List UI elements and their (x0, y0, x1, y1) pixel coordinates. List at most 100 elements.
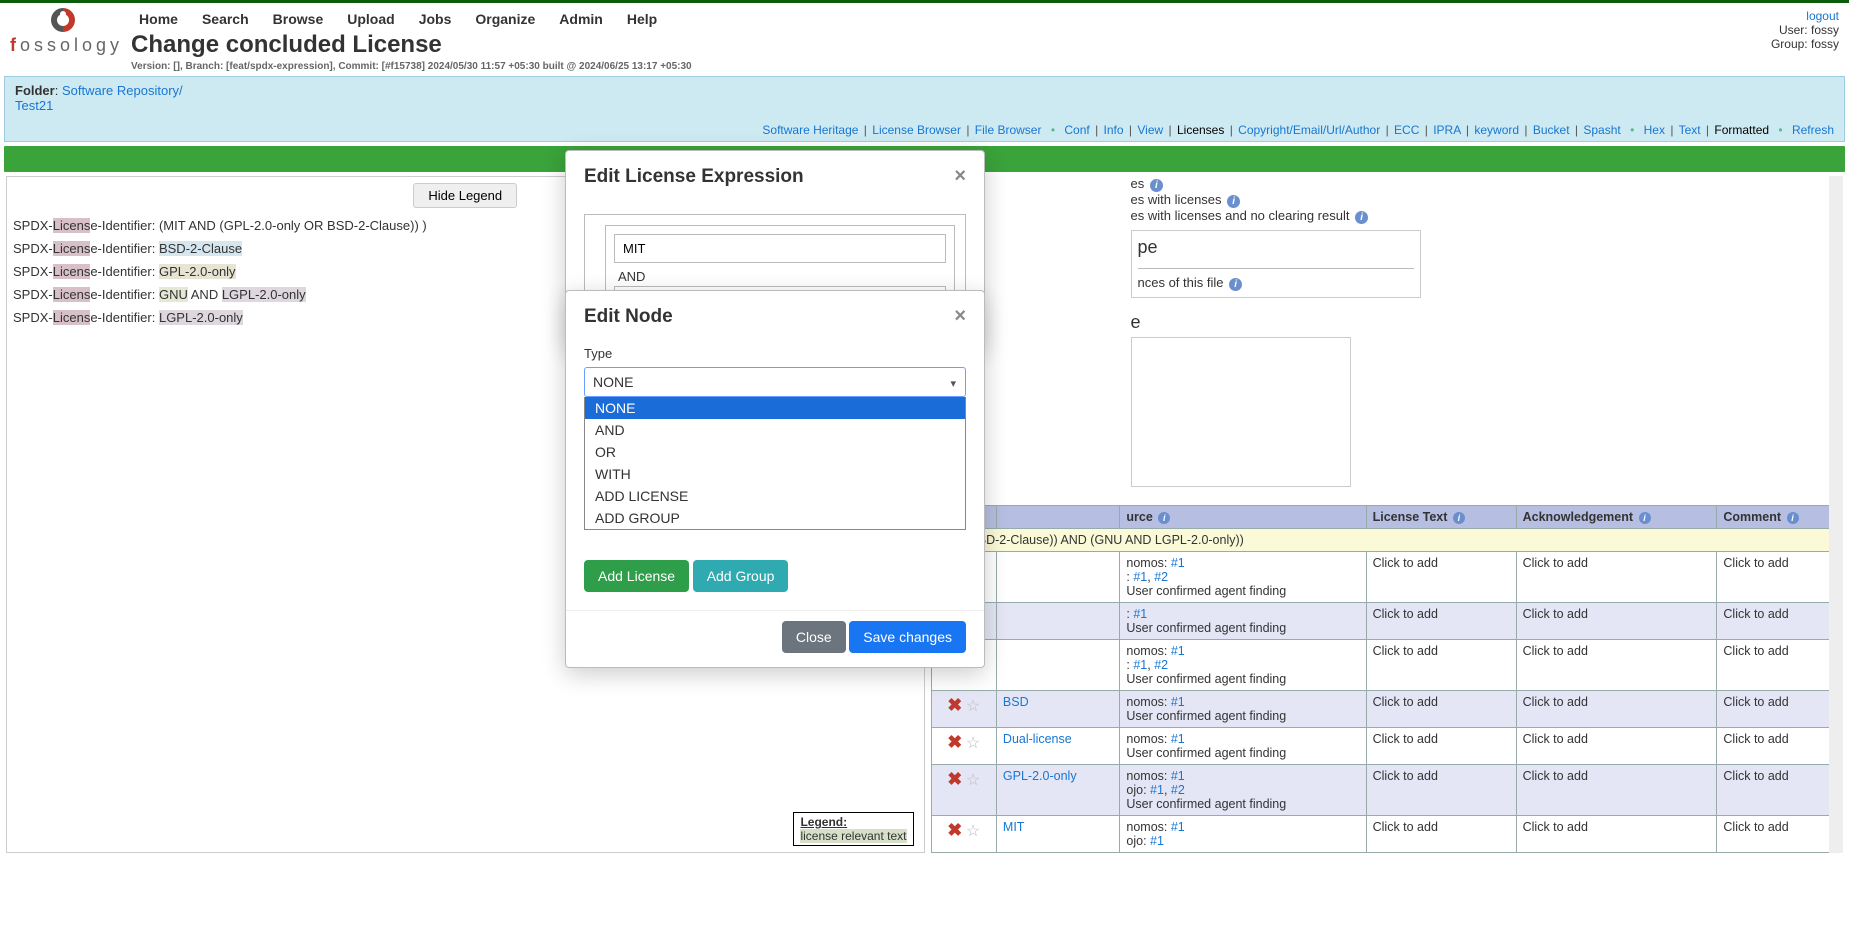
close-icon[interactable]: × (954, 305, 966, 328)
finding-link[interactable]: #1 (1171, 556, 1185, 570)
finding-link[interactable]: #1 (1150, 783, 1164, 797)
finding-link[interactable]: #1 (1171, 769, 1185, 783)
option-with[interactable]: WITH (585, 463, 965, 485)
star-icon[interactable]: ☆ (966, 698, 980, 715)
finding-link[interactable]: #1 (1171, 644, 1185, 658)
subnav-file-browser[interactable]: File Browser (975, 123, 1042, 137)
finding-link[interactable]: #1 (1171, 820, 1185, 834)
finding-link[interactable]: #1 (1133, 570, 1147, 584)
vertical-scrollbar[interactable] (1829, 176, 1843, 853)
star-icon[interactable]: ☆ (966, 823, 980, 840)
click-to-add-cell[interactable]: Click to add (1366, 691, 1516, 728)
table-row: ✖ ☆Dual-licensenomos: #1User confirmed a… (931, 728, 1843, 765)
nav-browse[interactable]: Browse (273, 11, 324, 27)
subnav-conf[interactable]: Conf (1064, 123, 1089, 137)
click-to-add-cell[interactable]: Click to add (1516, 728, 1717, 765)
click-to-add-cell[interactable]: Click to add (1516, 816, 1717, 853)
finding-link[interactable]: #2 (1154, 658, 1168, 672)
type-select[interactable]: NONE (584, 367, 966, 397)
finding-link[interactable]: #1 (1150, 834, 1164, 848)
click-to-add-cell[interactable]: Click to add (1366, 728, 1516, 765)
remove-icon[interactable]: ✖ (947, 820, 962, 840)
finding-link[interactable]: #1 (1133, 607, 1147, 621)
click-to-add-cell[interactable]: Click to add (1516, 691, 1717, 728)
nav-search[interactable]: Search (202, 11, 249, 27)
click-to-add-cell[interactable]: Click to add (1516, 552, 1717, 603)
close-icon[interactable]: × (954, 165, 966, 188)
finding-link[interactable]: #1 (1133, 658, 1147, 672)
click-to-add-cell[interactable]: Click to add (1717, 728, 1843, 765)
subnav-text[interactable]: Text (1679, 123, 1701, 137)
click-to-add-cell[interactable]: Click to add (1366, 552, 1516, 603)
right-textarea[interactable] (1131, 337, 1351, 487)
click-to-add-cell[interactable]: Click to add (1717, 691, 1843, 728)
subnav-ipra[interactable]: IPRA (1433, 123, 1460, 137)
click-to-add-cell[interactable]: Click to add (1717, 765, 1843, 816)
close-button[interactable]: Close (782, 621, 846, 653)
subnav-spasht[interactable]: Spasht (1583, 123, 1620, 137)
click-to-add-cell[interactable]: Click to add (1717, 816, 1843, 853)
remove-icon[interactable]: ✖ (947, 732, 962, 752)
subnav-ecc[interactable]: ECC (1394, 123, 1419, 137)
click-to-add-cell[interactable]: Click to add (1717, 640, 1843, 691)
nav-organize[interactable]: Organize (475, 11, 535, 27)
nav-help[interactable]: Help (627, 11, 657, 27)
star-icon[interactable]: ☆ (966, 735, 980, 752)
save-changes-button[interactable]: Save changes (849, 621, 966, 653)
option-and[interactable]: AND (585, 419, 965, 441)
option-add-license[interactable]: ADD LICENSE (585, 485, 965, 507)
horizontal-scrollbar[interactable] (7, 852, 924, 866)
click-to-add-cell[interactable]: Click to add (1516, 640, 1717, 691)
click-to-add-cell[interactable]: Click to add (1366, 640, 1516, 691)
nav-home[interactable]: Home (139, 11, 178, 27)
finding-link[interactable]: #1 (1171, 732, 1185, 746)
subnav-copyright-email-url-author[interactable]: Copyright/Email/Url/Author (1238, 123, 1380, 137)
click-to-add-cell[interactable]: Click to add (1717, 552, 1843, 603)
breadcrumb-repo[interactable]: Software Repository/ (62, 83, 183, 98)
nav-upload[interactable]: Upload (347, 11, 394, 27)
user-label: User: (1779, 23, 1808, 37)
finding-link[interactable]: #2 (1154, 570, 1168, 584)
subnav-hex[interactable]: Hex (1644, 123, 1665, 137)
info-icon[interactable]: i (1355, 211, 1368, 224)
license-link[interactable]: GPL-2.0-only (1003, 769, 1077, 783)
license-link[interactable]: BSD (1003, 695, 1029, 709)
license-link[interactable]: Dual-license (1003, 732, 1072, 746)
table-row: ✖ ☆MITnomos: #1ojo: #1Click to addClick … (931, 816, 1843, 853)
click-to-add-cell[interactable]: Click to add (1717, 603, 1843, 640)
subnav-refresh[interactable]: Refresh (1792, 123, 1834, 137)
click-to-add-cell[interactable]: Click to add (1366, 765, 1516, 816)
breadcrumb-item[interactable]: Test21 (15, 98, 53, 113)
top-nav: Home Search Browse Upload Jobs Organize Admin H… (131, 5, 1771, 27)
option-none[interactable]: NONE (585, 397, 965, 419)
option-add-group[interactable]: ADD GROUP (585, 507, 965, 529)
subnav-info[interactable]: Info (1104, 123, 1124, 137)
click-to-add-cell[interactable]: Click to add (1516, 603, 1717, 640)
click-to-add-cell[interactable]: Click to add (1366, 816, 1516, 853)
click-to-add-cell[interactable]: Click to add (1516, 765, 1717, 816)
expr-node-input[interactable] (614, 234, 946, 263)
add-group-button[interactable]: Add Group (693, 560, 789, 592)
nav-admin[interactable]: Admin (559, 11, 603, 27)
info-icon[interactable]: i (1227, 195, 1240, 208)
click-to-add-cell[interactable]: Click to add (1366, 603, 1516, 640)
info-icon[interactable]: i (1150, 179, 1163, 192)
info-icon[interactable]: i (1229, 278, 1242, 291)
table-header: urce i (1120, 506, 1366, 529)
remove-icon[interactable]: ✖ (947, 695, 962, 715)
finding-link[interactable]: #2 (1171, 783, 1185, 797)
finding-link[interactable]: #1 (1171, 695, 1185, 709)
subnav-keyword[interactable]: keyword (1474, 123, 1519, 137)
subnav-license-browser[interactable]: License Browser (872, 123, 961, 137)
option-or[interactable]: OR (585, 441, 965, 463)
add-license-button[interactable]: Add License (584, 560, 689, 592)
subnav-software-heritage[interactable]: Software Heritage (762, 123, 858, 137)
license-link[interactable]: MIT (1003, 820, 1025, 834)
subnav-view[interactable]: View (1137, 123, 1163, 137)
star-icon[interactable]: ☆ (966, 772, 980, 789)
hide-legend-button[interactable]: Hide Legend (413, 183, 517, 208)
remove-icon[interactable]: ✖ (947, 769, 962, 789)
nav-jobs[interactable]: Jobs (419, 11, 452, 27)
subnav-bucket[interactable]: Bucket (1533, 123, 1570, 137)
logout-link[interactable]: logout (1806, 9, 1839, 23)
